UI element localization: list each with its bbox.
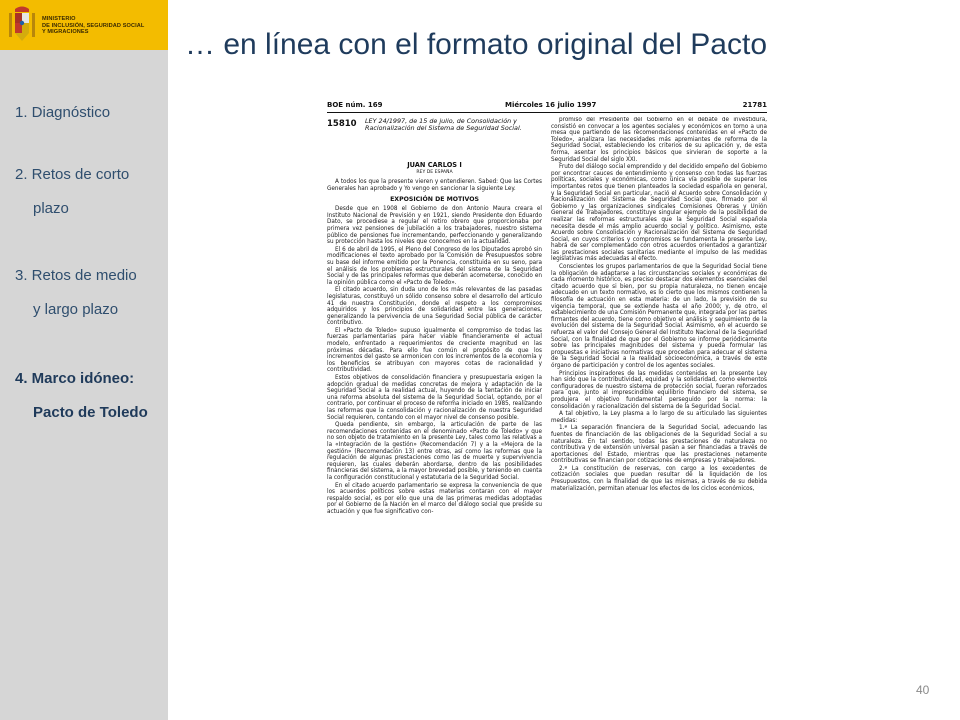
- document-column-left: 15810 LEY 24/1997, de 15 de julio, de Co…: [327, 117, 542, 687]
- right-column-paragraph: 1.ª La separación financiera de la Segur…: [551, 425, 767, 465]
- ministry-line: Y MIGRACIONES: [42, 29, 89, 36]
- nav-item-retos-medio-largo-plazo[interactable]: 3. Retos de medio y largo plazo: [15, 259, 165, 327]
- right-column-paragraph: A tal objetivo, la Ley plasma a lo largo…: [551, 411, 767, 424]
- document-column-right: promiso del Presidente del Gobierno en e…: [551, 117, 767, 687]
- left-column-paragraph: El citado acuerdo, sin duda uno de los m…: [327, 287, 542, 327]
- law-heading: 15810 LEY 24/1997, de 15 de julio, de Co…: [327, 117, 542, 159]
- ministry-name: MINISTERIO DE INCLUSIÓN, SEGURIDAD SOCIA…: [42, 16, 166, 36]
- nav-item-label: 2. Retos de corto: [15, 166, 130, 183]
- left-column-paragraph: Queda pendiente, sin embargo, la articul…: [327, 422, 542, 481]
- section-heading: EXPOSICIÓN DE MOTIVOS: [390, 196, 479, 204]
- left-column-paragraph: Estos objetivos de consolidación financi…: [327, 375, 542, 421]
- right-column-paragraph: promiso del Presidente del Gobierno en e…: [551, 117, 767, 163]
- king-subtitle: REY DE ESPAÑA: [416, 170, 453, 175]
- sidebar: MINISTERIO DE INCLUSIÓN, SEGURIDAD SOCIA…: [0, 0, 168, 720]
- king-name: JUAN CARLOS I: [407, 161, 462, 169]
- law-number: 15810: [327, 119, 357, 129]
- right-column-paragraph: Conscientes los grupos parlamentarios de…: [551, 264, 767, 369]
- document-header-left: BOE núm. 169: [327, 101, 383, 109]
- nav-item-label-cont: y largo plazo: [33, 301, 119, 318]
- document-header-page: 21781: [742, 101, 767, 109]
- slide-title: … en línea con el formato original del P…: [185, 28, 767, 61]
- document-header: BOE núm. 169 Miércoles 16 julio 1997 217…: [327, 101, 767, 113]
- nav-item-label: 1. Diagnóstico: [15, 104, 111, 121]
- left-column-paragraph: Desde que en 1908 el Gobierno de don Ant…: [327, 206, 542, 246]
- ministry-line: DE INCLUSIÓN, SEGURIDAD SOCIAL: [42, 22, 145, 29]
- ministry-line: MINISTERIO: [42, 16, 76, 22]
- right-column-paragraph: 2.ª La constitución de reservas, con car…: [551, 465, 767, 492]
- nav-item-retos-corto-plazo[interactable]: 2. Retos de corto plazo: [15, 158, 165, 226]
- nav-item-label-cont: Pacto de Toledo: [33, 404, 148, 421]
- left-paragraphs: Desde que en 1908 el Gobierno de don Ant…: [327, 206, 542, 515]
- page-number: 40: [916, 683, 930, 697]
- nav-item-marco-idoneo[interactable]: 4. Marco idóneo: Pacto de Toledo: [15, 362, 165, 430]
- left-column-paragraph: El 6 de abril de 1995, el Pleno del Cong…: [327, 246, 542, 286]
- nav-item-label-cont: plazo: [33, 200, 69, 217]
- law-title: LEY 24/1997, de 15 de julio, de Consolid…: [365, 117, 522, 133]
- right-column-paragraph: Principios inspiradores de las medidas c…: [551, 370, 767, 410]
- nav-item-label: 4. Marco idóneo:: [15, 370, 135, 387]
- coat-of-arms-icon: [9, 6, 35, 41]
- document-scan: BOE núm. 169 Miércoles 16 julio 1997 217…: [317, 101, 771, 687]
- ministry-logo: MINISTERIO DE INCLUSIÓN, SEGURIDAD SOCIA…: [0, 0, 168, 50]
- left-column-paragraph: En el citado acuerdo parlamentario se ex…: [327, 482, 542, 515]
- nav-item-label: 3. Retos de medio: [15, 267, 137, 284]
- right-column-paragraph: Fruto del diálogo social emprendido y de…: [551, 164, 767, 263]
- intro-paragraph: A todos los que la presente vieren y ent…: [327, 179, 542, 192]
- left-column-paragraph: El «Pacto de Toledo» supuso igualmente e…: [327, 327, 542, 374]
- right-paragraphs: promiso del Presidente del Gobierno en e…: [551, 117, 767, 492]
- nav-item-diagnostico[interactable]: 1. Diagnóstico: [15, 96, 165, 130]
- document-header-date: Miércoles 16 julio 1997: [505, 101, 597, 109]
